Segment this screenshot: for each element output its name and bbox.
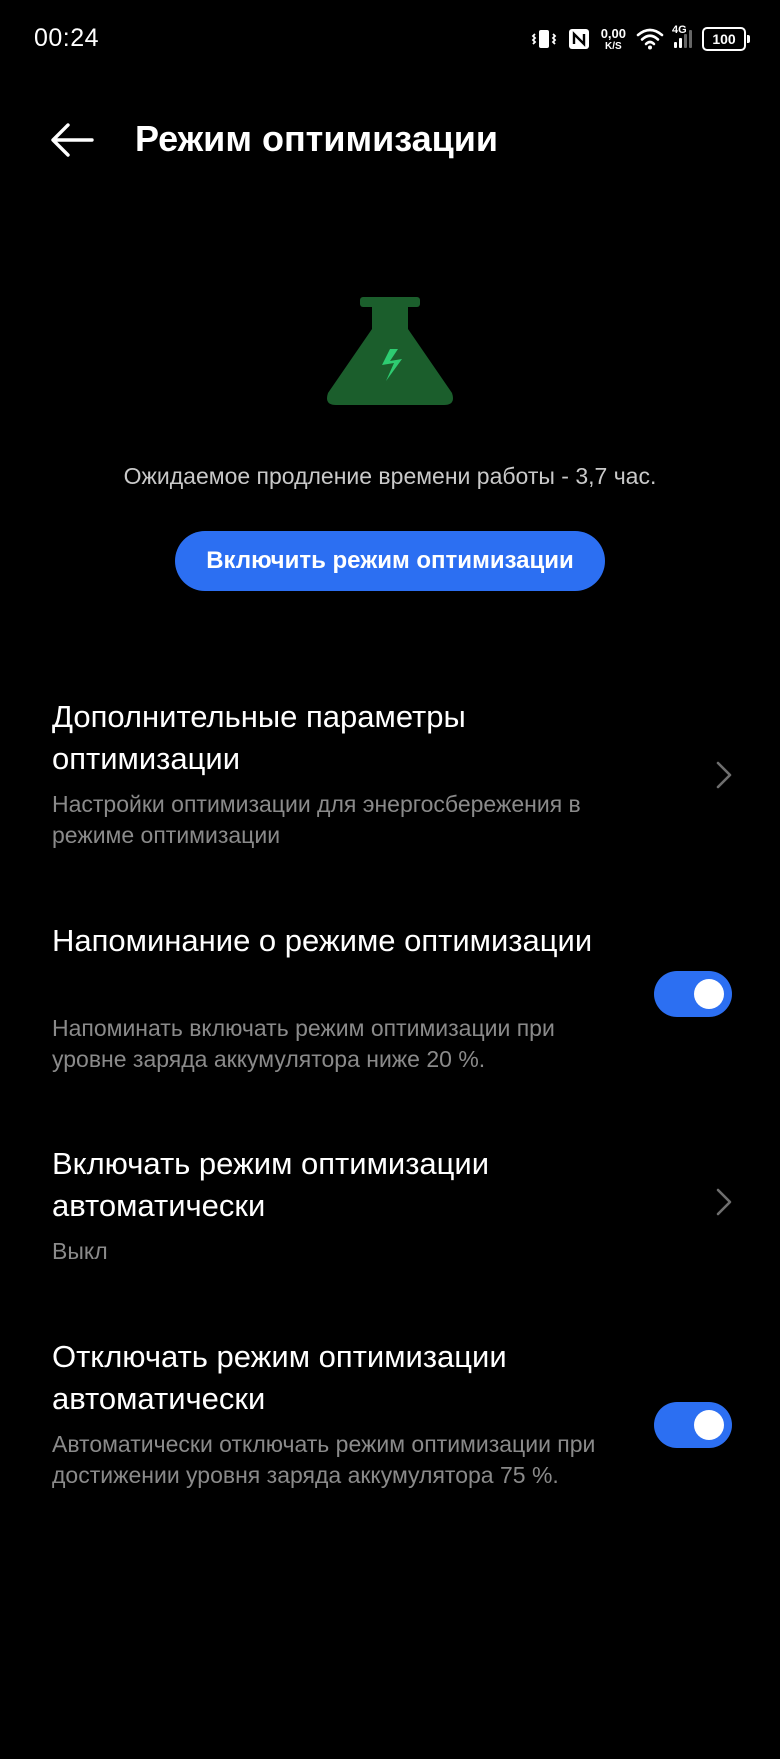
setting-auto-enable[interactable]: Включать режим оптимизации автоматически…	[0, 1143, 780, 1273]
status-bar: 00:24 0,00 K/S 4G 100	[0, 0, 780, 80]
setting-subtitle: Настройки оптимизации для энергосбережен…	[52, 791, 581, 848]
setting-reminder[interactable]: Напоминание о режиме оптимизации Напомин…	[0, 920, 780, 1080]
battery-level: 100	[712, 31, 736, 47]
setting-subtitle: Напоминать включать режим оптимизации пр…	[52, 1015, 555, 1072]
back-button[interactable]	[44, 112, 100, 168]
vibrate-icon	[531, 27, 557, 51]
setting-subtitle: Автоматически отключать режим оптимизаци…	[52, 1431, 596, 1488]
status-time: 00:24	[34, 24, 100, 52]
network-speed-value: 0,00	[600, 25, 626, 41]
wifi-icon	[636, 28, 664, 50]
setting-title: Включать режим оптимизации автоматически	[52, 1146, 490, 1223]
network-speed: 0,00 K/S	[601, 27, 626, 52]
arrow-left-icon	[51, 123, 94, 157]
toggle-knob	[694, 1410, 724, 1440]
setting-advanced-params[interactable]: Дополнительные параметры оптимизации Нас…	[0, 696, 780, 856]
chevron-right-icon	[716, 761, 732, 789]
network-type: 4G	[672, 24, 687, 36]
cellular-signal-icon: 4G	[672, 24, 692, 48]
battery-icon: 100	[702, 27, 750, 51]
enable-optimization-button[interactable]: Включить режим оптимизации	[175, 531, 605, 591]
status-icons: 0,00 K/S 4G 100	[531, 24, 750, 54]
page-title: Режим оптимизации	[135, 118, 499, 159]
setting-title: Дополнительные параметры оптимизации	[52, 699, 466, 776]
auto-disable-toggle[interactable]	[654, 1402, 732, 1448]
flask-bolt-icon	[327, 297, 453, 405]
nfc-icon	[567, 27, 591, 51]
setting-title: Напоминание о режиме оптимизации	[52, 923, 593, 958]
setting-auto-disable[interactable]: Отключать режим оптимизации автоматическ…	[0, 1336, 780, 1526]
chevron-right-icon	[716, 1188, 732, 1216]
reminder-toggle[interactable]	[654, 971, 732, 1017]
setting-subtitle: Выкл	[52, 1238, 108, 1264]
battery-extension-text: Ожидаемое продление времени работы - 3,7…	[123, 463, 657, 489]
toggle-knob	[694, 979, 724, 1009]
setting-title: Отключать режим оптимизации автоматическ…	[52, 1339, 507, 1416]
network-speed-unit: K/S	[605, 40, 622, 52]
